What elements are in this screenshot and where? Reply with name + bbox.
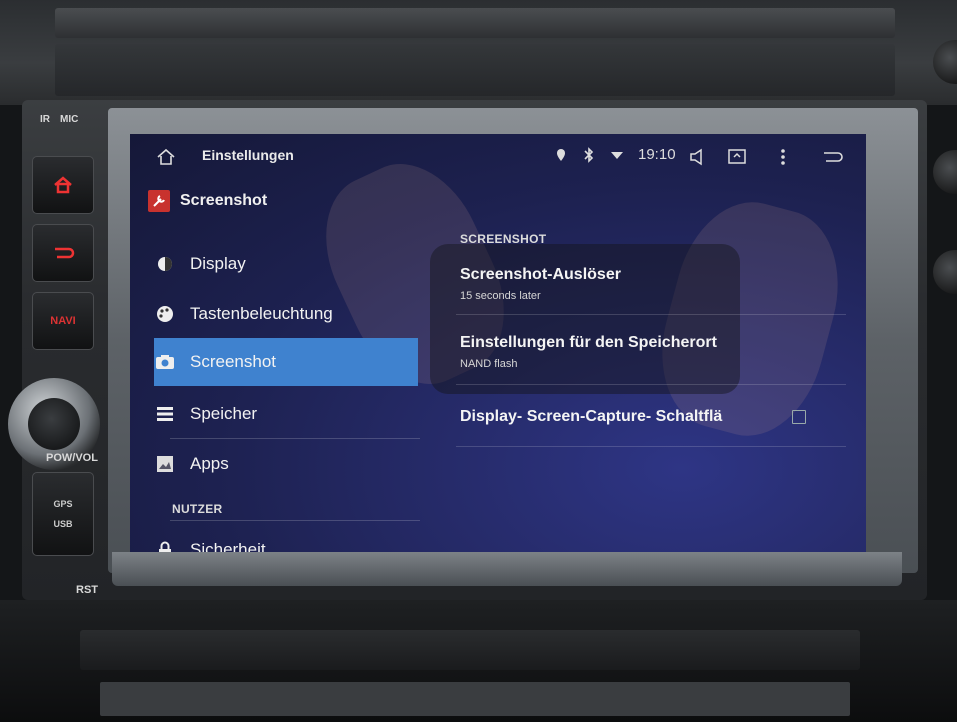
screenshot-settings-pane: SCREENSHOT Screenshot-Auslöser 15 second…: [448, 180, 866, 552]
display-icon: [154, 253, 176, 275]
screenshot-app-header: Screenshot: [148, 190, 267, 212]
menu-divider: [170, 438, 420, 439]
menu-item-label: Screenshot: [190, 352, 276, 371]
volume-knob-cap: [28, 398, 80, 450]
pref-storage-location[interactable]: Einstellungen für den Speicherort NAND f…: [460, 334, 820, 370]
dash-knob: [933, 250, 957, 294]
home-icon: [54, 176, 72, 194]
apps-icon: [154, 453, 176, 475]
section-screenshot-label: SCREENSHOT: [460, 232, 547, 246]
section-user-label: NUTZER: [172, 502, 223, 516]
mic-label: MIC: [60, 114, 79, 125]
rst-label: RST: [76, 584, 98, 596]
camera-icon: [154, 351, 176, 373]
gps-usb-panel: GPS USB: [32, 472, 94, 556]
dashboard-slot: [80, 630, 860, 670]
pref-divider: [456, 446, 846, 447]
ir-label: IR: [40, 114, 50, 125]
volume-button[interactable]: [686, 145, 712, 169]
menu-divider: [170, 520, 420, 521]
back-icon: [824, 152, 843, 162]
menu-item-label: Apps: [190, 454, 229, 473]
dashboard-trim: [55, 44, 895, 96]
screen-bezel-bottom: [112, 552, 902, 586]
menu-item-screenshot[interactable]: Screenshot: [154, 338, 418, 386]
menu-item-tastenbeleuchtung[interactable]: Tastenbeleuchtung: [154, 290, 418, 338]
home-icon[interactable]: [156, 147, 176, 167]
pref-screenshot-trigger[interactable]: Screenshot-Auslöser 15 seconds later: [460, 266, 820, 302]
menu-item-speicher[interactable]: Speicher: [154, 390, 418, 438]
dashboard-slot: [100, 682, 850, 716]
clock: 19:10: [638, 146, 676, 163]
screenshot-button[interactable]: [724, 145, 750, 169]
lock-icon: [154, 539, 176, 552]
pref-title: Display- Screen-Capture- Schaltflä: [460, 408, 723, 425]
screenshot-icon: [728, 149, 746, 164]
pref-summary: NAND flash: [460, 358, 518, 370]
menu-item-sicherheit[interactable]: Sicherheit: [154, 526, 418, 552]
navi-label: NAVI: [50, 315, 76, 327]
dashboard-top: [0, 0, 957, 105]
air-vent: [55, 8, 895, 38]
pref-title: Einstellungen für den Speicherort: [460, 334, 717, 351]
hardware-buttons: NAVI GPS USB: [26, 128, 106, 568]
screen-capture-checkbox[interactable]: [792, 410, 806, 424]
menu-item-label: Sicherheit: [190, 540, 266, 552]
menu-item-apps[interactable]: Apps: [154, 440, 418, 488]
back-icon: [55, 247, 75, 259]
pref-divider: [456, 314, 846, 315]
navi-button[interactable]: NAVI: [32, 292, 94, 350]
menu-item-display[interactable]: Display: [154, 240, 418, 288]
palette-icon: [154, 303, 176, 325]
settings-title: Einstellungen: [202, 147, 294, 163]
bluetooth-icon: [578, 146, 600, 163]
app-header-label: Screenshot: [180, 192, 268, 209]
pref-title: Screenshot-Auslöser: [460, 266, 621, 283]
pref-screen-capture-button[interactable]: Display- Screen-Capture- Schaltflä: [460, 408, 820, 426]
status-bar: Einstellungen 19:10: [130, 134, 866, 180]
volume-icon: [690, 148, 702, 166]
status-icons: 19:10: [550, 146, 692, 163]
settings-category-list: Screenshot Display Tastenbeleuchtung Scr…: [130, 180, 420, 552]
back-button[interactable]: [32, 224, 94, 282]
menu-item-label: Tastenbeleuchtung: [190, 304, 333, 323]
overflow-menu-button[interactable]: [770, 145, 796, 169]
wifi-icon: [606, 150, 628, 160]
menu-item-label: Display: [190, 254, 246, 273]
location-icon: [550, 148, 572, 162]
gps-label: GPS: [53, 499, 73, 509]
pref-summary: 15 seconds later: [460, 290, 541, 302]
pref-divider: [456, 384, 846, 385]
overflow-menu-icon: [781, 149, 785, 165]
wrench-icon: [148, 190, 170, 212]
android-screen: Einstellungen 19:10 Screenshot Display T…: [130, 134, 866, 552]
dash-knob: [933, 150, 957, 194]
dashboard-bottom: [0, 600, 957, 722]
menu-item-label: Speicher: [190, 404, 258, 423]
home-button[interactable]: [32, 156, 94, 214]
pow-vol-label: POW/VOL: [46, 452, 98, 464]
nav-back-button[interactable]: [820, 145, 846, 169]
storage-icon: [154, 403, 176, 425]
usb-label: USB: [53, 519, 73, 529]
